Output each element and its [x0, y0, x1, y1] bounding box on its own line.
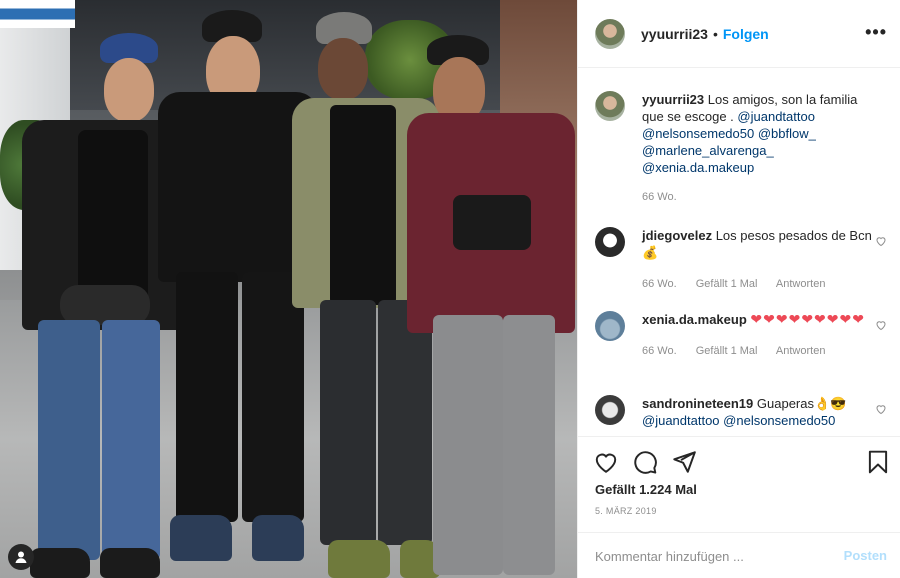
mention-link[interactable]: @nelsonsemedo50 [642, 126, 754, 141]
mention-link[interactable]: @nelsonsemedo50 [723, 413, 835, 428]
comment-username[interactable]: xenia.da.makeup [642, 312, 747, 327]
post-actions: Gefällt 1.224 Mal 5. März 2019 [578, 436, 900, 532]
mention-link[interactable]: @marlene_alvarenga_ [642, 143, 774, 158]
avatar[interactable] [595, 395, 625, 425]
send-icon[interactable] [671, 449, 697, 475]
add-comment-bar: Posten [578, 532, 900, 578]
caption-body: yyuurrii23 Los amigos, son la familia qu… [642, 91, 874, 206]
avatar[interactable] [595, 91, 625, 121]
comment-username[interactable]: sandronineteen19 [642, 396, 753, 411]
mention-link[interactable]: @juandtattoo [642, 413, 720, 428]
comment-age[interactable]: 66 Wo. [642, 278, 677, 290]
heart-icon[interactable] [875, 319, 887, 331]
caption-username[interactable]: yyuurrii23 [642, 92, 704, 107]
comment-likes[interactable]: Gefällt 1 Mal [696, 278, 758, 290]
separator-dot: • [712, 25, 718, 42]
heart-icon[interactable] [593, 449, 619, 475]
caption-age[interactable]: 66 Wo. [642, 191, 677, 203]
user-tag-icon [15, 551, 27, 563]
post-date[interactable]: 5. März 2019 [595, 506, 657, 516]
mention-link[interactable]: @juandtattoo [737, 109, 815, 124]
post-sidebar: yyuurrii23 • Folgen ••• yyuurrii23 Los a… [577, 0, 900, 578]
post-photo[interactable] [0, 0, 577, 578]
comment-username[interactable]: jdiegovelez [642, 228, 712, 243]
comment-input[interactable] [595, 545, 815, 567]
avatar[interactable] [595, 227, 625, 257]
more-icon[interactable]: ••• [865, 22, 887, 43]
mention-link[interactable]: @bbflow_ [758, 126, 816, 141]
comment-meta: 66 Wo. Gefällt 1 Mal Antworten [642, 343, 874, 360]
reply-button[interactable]: Antworten [776, 345, 826, 357]
heart-icon[interactable] [875, 403, 887, 415]
heart-icon[interactable] [875, 235, 887, 247]
comment-body: jdiegovelez Los pesos pesados de Bcn 💰 6… [642, 227, 874, 293]
likes-count[interactable]: Gefällt 1.224 Mal [595, 482, 697, 497]
follow-button[interactable]: Folgen [723, 26, 769, 42]
comment-body: sandronineteen19 Guaperas👌😎 @juandtattoo… [642, 395, 874, 429]
avatar[interactable] [595, 311, 625, 341]
post-comment-button[interactable]: Posten [844, 548, 887, 563]
comment-body: xenia.da.makeup ❤❤❤❤❤❤❤❤❤ 66 Wo. Gefällt… [642, 311, 874, 360]
avatar[interactable] [595, 18, 625, 49]
comment-age[interactable]: 66 Wo. [642, 345, 677, 357]
caption-meta: 66 Wo. [642, 189, 874, 206]
comment-text: ❤❤❤❤❤❤❤❤❤ [750, 311, 865, 327]
comments-list[interactable]: yyuurrii23 Los amigos, son la familia qu… [578, 69, 900, 435]
post-header: yyuurrii23 • Folgen ••• [578, 0, 900, 68]
comment-likes[interactable]: Gefällt 1 Mal [696, 345, 758, 357]
photo-flag [0, 0, 75, 28]
comment-icon[interactable] [632, 449, 658, 475]
comment-meta: 66 Wo. Gefällt 1 Mal Antworten [642, 276, 874, 293]
photo-person [405, 35, 577, 578]
mention-link[interactable]: @xenia.da.makeup [642, 160, 754, 175]
reply-button[interactable]: Antworten [776, 278, 826, 290]
bookmark-icon[interactable] [865, 449, 891, 475]
tagged-users-button[interactable] [8, 544, 34, 570]
comment-text: Guaperas👌😎 [756, 396, 847, 411]
author-username[interactable]: yyuurrii23 [641, 26, 708, 42]
